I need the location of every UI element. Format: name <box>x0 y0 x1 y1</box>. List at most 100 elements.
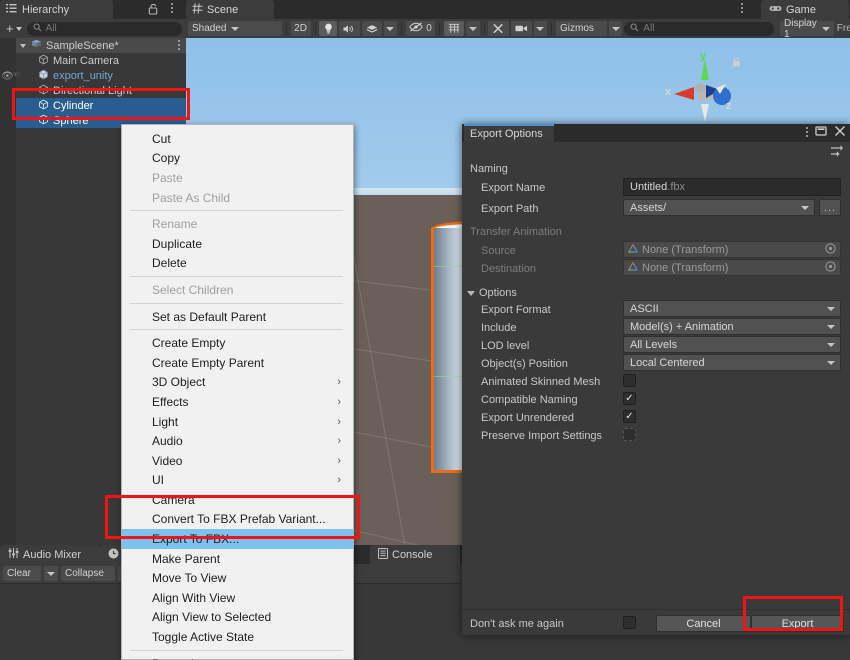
lightbulb-icon[interactable] <box>319 21 338 36</box>
section-options-header[interactable]: Options <box>467 284 517 302</box>
persp-lock-icon[interactable] <box>732 57 741 68</box>
menu-item-label: Duplicate <box>152 236 203 251</box>
compatible-naming-checkbox[interactable]: ✓ <box>623 392 636 405</box>
effects-icon[interactable] <box>361 21 382 36</box>
menu-item-copy[interactable]: Copy <box>122 149 353 169</box>
menu-item-align-view-to-selected[interactable]: Align View to Selected <box>122 608 353 628</box>
menu-item-cut[interactable]: Cut <box>122 129 353 149</box>
chevron-down-icon <box>15 26 22 31</box>
gizmos-dropdown-arrow[interactable] <box>608 21 623 36</box>
lod-level-label: LOD level <box>481 340 530 352</box>
foldout-arrow-icon[interactable] <box>467 290 475 296</box>
grid-dropdown-arrow[interactable] <box>466 21 480 36</box>
menu-item-label: Light <box>152 414 179 429</box>
chevron-down-icon[interactable] <box>20 43 26 48</box>
cancel-button[interactable]: Cancel <box>656 615 751 632</box>
tab-export-options[interactable]: Export Options <box>464 124 554 142</box>
tab-scene[interactable]: Scene <box>186 0 274 19</box>
menu-item-create-empty[interactable]: Create Empty <box>122 333 353 353</box>
chevron-right-icon: › <box>337 395 341 408</box>
source-label: Source <box>481 245 516 257</box>
menu-separator <box>130 302 343 304</box>
menu-item-move-to-view[interactable]: Move To View <box>122 568 353 588</box>
export-name-input[interactable]: Untitled .fbx <box>623 178 841 196</box>
export-format-dropdown[interactable]: ASCII <box>623 300 841 317</box>
display-dropdown[interactable]: Display 1 <box>780 18 834 40</box>
include-dropdown[interactable]: Model(s) + Animation <box>623 318 841 335</box>
menu-item-create-empty-parent[interactable]: Create Empty Parent <box>122 353 353 373</box>
destination-object-field[interactable]: None (Transform) <box>623 259 841 276</box>
close-icon[interactable] <box>834 125 846 140</box>
preset-sliders-icon[interactable] <box>830 144 844 158</box>
scene-panel-kebab-icon[interactable] <box>741 3 743 15</box>
picking-icon[interactable]: ☜ <box>12 69 20 80</box>
kebab-menu-icon[interactable] <box>806 126 808 139</box>
browse-path-button[interactable]: ... <box>819 199 841 216</box>
gizmo-x-label: x <box>665 86 672 98</box>
hierarchy-search-input[interactable]: All <box>26 21 182 36</box>
clear-button[interactable]: Clear <box>3 566 41 581</box>
menu-item-make-parent[interactable]: Make Parent <box>122 549 353 569</box>
menu-item-delete[interactable]: Delete <box>122 254 353 274</box>
effects-dropdown-arrow[interactable] <box>383 21 398 36</box>
object-picker-icon[interactable] <box>825 260 836 275</box>
menu-item-rename: Rename <box>122 214 353 234</box>
objects-position-value: Local Centered <box>630 356 705 369</box>
plus-icon: + <box>6 21 14 36</box>
gizmos-dropdown[interactable]: Gizmos <box>556 21 607 36</box>
menu-item-set-as-default-parent[interactable]: Set as Default Parent <box>122 307 353 327</box>
scene-tools-icon[interactable] <box>488 21 509 36</box>
collapse-button[interactable]: Collapse <box>61 566 115 581</box>
hierarchy-item-main-camera[interactable]: Main Camera <box>0 53 186 68</box>
add-gameobject-button[interactable]: + <box>4 21 24 36</box>
hidden-objects-button[interactable]: 0 <box>406 21 436 36</box>
preserve-import-settings-checkbox[interactable] <box>623 428 636 441</box>
objects-position-dropdown[interactable]: Local Centered <box>623 354 841 371</box>
hierarchy-scene-row[interactable]: SampleScene* <box>0 38 186 53</box>
menu-item-light[interactable]: Light › <box>122 412 353 432</box>
scene-search-input[interactable]: All <box>624 21 775 36</box>
object-picker-icon[interactable] <box>825 242 836 257</box>
menu-item-toggle-active-state[interactable]: Toggle Active State <box>122 627 353 647</box>
tab-hierarchy-label: Hierarchy <box>22 3 70 16</box>
menu-item-duplicate[interactable]: Duplicate <box>122 234 353 254</box>
menu-item-video[interactable]: Video › <box>122 451 353 471</box>
export-unrendered-checkbox[interactable]: ✓ <box>623 410 636 423</box>
menu-separator <box>130 329 343 331</box>
lod-level-dropdown[interactable]: All Levels <box>623 336 841 353</box>
menu-item-effects[interactable]: Effects › <box>122 392 353 412</box>
grid-visibility-icon[interactable] <box>443 21 465 36</box>
menu-item-ui[interactable]: UI › <box>122 471 353 491</box>
clear-label: Clear <box>7 568 31 579</box>
menu-item-label: Make Parent <box>152 551 221 566</box>
source-object-field[interactable]: None (Transform) <box>623 241 841 258</box>
aspect-label[interactable]: Fre <box>837 23 850 34</box>
tab-hierarchy[interactable]: Hierarchy <box>0 0 113 19</box>
menu-item-properties[interactable]: Properties... <box>122 654 353 660</box>
lock-icon[interactable] <box>148 3 160 16</box>
menu-item-align-with-view[interactable]: Align With View <box>122 588 353 608</box>
menu-separator <box>130 276 343 278</box>
speaker-icon[interactable] <box>339 21 360 36</box>
dont-ask-again-checkbox[interactable] <box>623 616 636 629</box>
tab-game[interactable]: Game <box>761 0 849 19</box>
tab-console[interactable]: Console <box>370 545 460 564</box>
clear-dropdown-arrow[interactable] <box>44 566 58 581</box>
hierarchy-item-export-unity[interactable]: export_unity <box>0 68 186 83</box>
animated-skinned-mesh-checkbox[interactable] <box>623 374 636 387</box>
scene-camera-icon[interactable] <box>510 21 532 36</box>
chevron-down-icon <box>827 342 835 347</box>
kebab-menu-icon[interactable] <box>166 3 178 16</box>
menu-item-audio[interactable]: Audio › <box>122 431 353 451</box>
maximize-icon[interactable] <box>815 125 827 140</box>
tab-audio-mixer[interactable]: Audio Mixer <box>0 545 100 564</box>
chevron-right-icon: › <box>337 376 341 389</box>
camera-dropdown-arrow[interactable] <box>533 21 548 36</box>
toggle-2d-button[interactable]: 2D <box>290 21 311 36</box>
scene-kebab-icon[interactable] <box>178 40 180 52</box>
menu-item-3d-object[interactable]: 3D Object › <box>122 373 353 393</box>
draw-mode-dropdown[interactable]: Shaded <box>188 21 282 36</box>
export-path-dropdown[interactable]: Assets/ <box>623 199 815 216</box>
transform-icon <box>628 261 638 274</box>
cancel-label: Cancel <box>686 617 721 630</box>
